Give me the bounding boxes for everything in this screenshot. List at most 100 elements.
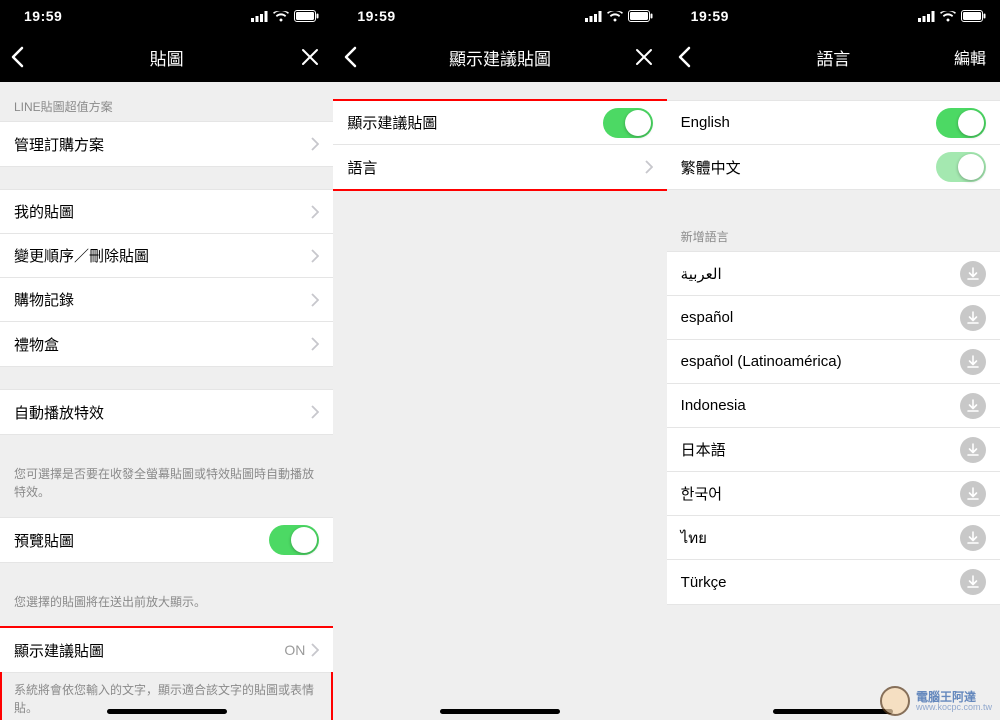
phone-screen-3: 19:59 語言 編輯 English 繁體中文 新增語言: [667, 0, 1000, 720]
row-gifts[interactable]: 禮物盒: [0, 322, 333, 366]
signal-icon: [585, 11, 602, 22]
status-time: 19:59: [357, 8, 395, 24]
row-value: ON: [284, 642, 305, 658]
row-label: 禮物盒: [14, 334, 311, 355]
nav-title: 語言: [816, 45, 850, 70]
row-preview[interactable]: 預覽貼圖: [0, 518, 333, 562]
row-lang-english[interactable]: English: [667, 101, 1000, 145]
row-label: English: [681, 114, 936, 131]
download-icon[interactable]: [960, 393, 986, 419]
group-add-langs: العربية español español (Latinoamérica) …: [667, 251, 1000, 605]
row-label: 日本語: [681, 439, 960, 460]
status-icons: [918, 10, 986, 22]
group-enabled-langs: English 繁體中文: [667, 100, 1000, 190]
row-lang-zhtw[interactable]: 繁體中文: [667, 145, 1000, 189]
chevron-left-icon: [343, 46, 357, 68]
group-suggest-lang: 顯示建議貼圖 語言: [333, 100, 666, 190]
row-purchase-history[interactable]: 購物記錄: [0, 278, 333, 322]
chevron-right-icon: [311, 337, 319, 351]
lang-toggle-english[interactable]: [936, 108, 986, 138]
nav-title: 貼圖: [150, 45, 184, 70]
nav-title: 顯示建議貼圖: [449, 45, 551, 70]
section-footer: 您可選擇是否要在收發全螢幕貼圖或特效貼圖時自動播放特效。: [0, 457, 333, 507]
chevron-left-icon: [677, 46, 691, 68]
lang-toggle-zhtw[interactable]: [936, 152, 986, 182]
row-label: 管理訂購方案: [14, 134, 311, 155]
row-lang-tr[interactable]: Türkçe: [667, 560, 1000, 604]
wifi-icon: [607, 11, 623, 22]
row-language[interactable]: 語言: [333, 145, 666, 189]
row-label: 我的貼圖: [14, 201, 311, 222]
status-bar: 19:59: [333, 0, 666, 32]
group-stickers: 我的貼圖 變更順序／刪除貼圖 購物記錄 禮物盒: [0, 189, 333, 367]
row-lang-th[interactable]: ไทย: [667, 516, 1000, 560]
row-suggested-stickers[interactable]: 顯示建議貼圖 ON: [0, 628, 333, 672]
battery-icon: [628, 10, 653, 22]
chevron-right-icon: [311, 643, 319, 657]
row-label: 顯示建議貼圖: [347, 112, 602, 133]
row-label: 變更順序／刪除貼圖: [14, 245, 311, 266]
chevron-right-icon: [311, 293, 319, 307]
download-icon[interactable]: [960, 569, 986, 595]
chevron-right-icon: [311, 405, 319, 419]
back-button[interactable]: [677, 32, 691, 82]
row-lang-es-la[interactable]: español (Latinoamérica): [667, 340, 1000, 384]
preview-toggle[interactable]: [269, 525, 319, 555]
download-icon[interactable]: [960, 437, 986, 463]
download-icon[interactable]: [960, 305, 986, 331]
row-label: العربية: [681, 265, 960, 283]
suggested-toggle[interactable]: [603, 108, 653, 138]
row-my-stickers[interactable]: 我的貼圖: [0, 190, 333, 234]
row-lang-ar[interactable]: العربية: [667, 252, 1000, 296]
settings-content: LINE貼圖超值方案 管理訂購方案 我的貼圖 變更順序／刪除貼圖 購物記錄 禮物…: [0, 82, 333, 720]
close-button[interactable]: [301, 32, 319, 82]
download-icon[interactable]: [960, 525, 986, 551]
wifi-icon: [273, 11, 289, 22]
status-icons: [585, 10, 653, 22]
close-button[interactable]: [635, 32, 653, 82]
signal-icon: [918, 11, 935, 22]
status-icons: [251, 10, 319, 22]
download-icon[interactable]: [960, 261, 986, 287]
home-indicator: [440, 709, 560, 714]
status-bar: 19:59: [667, 0, 1000, 32]
row-label: Indonesia: [681, 397, 960, 414]
row-label: español (Latinoamérica): [681, 353, 960, 370]
status-time: 19:59: [691, 8, 729, 24]
chevron-left-icon: [10, 46, 24, 68]
close-icon: [635, 48, 653, 66]
section-header: LINE貼圖超值方案: [0, 82, 333, 121]
row-manage-subscription[interactable]: 管理訂購方案: [0, 122, 333, 166]
row-reorder-delete[interactable]: 變更順序／刪除貼圖: [0, 234, 333, 278]
nav-bar: 顯示建議貼圖: [333, 32, 666, 82]
settings-content: 顯示建議貼圖 語言: [333, 82, 666, 720]
row-label: 顯示建議貼圖: [14, 640, 284, 661]
chevron-right-icon: [311, 249, 319, 263]
group-suggested: 顯示建議貼圖 ON: [0, 627, 333, 673]
back-button[interactable]: [10, 32, 24, 82]
download-icon[interactable]: [960, 349, 986, 375]
home-indicator: [107, 709, 227, 714]
row-lang-ja[interactable]: 日本語: [667, 428, 1000, 472]
row-autoplay[interactable]: 自動播放特效: [0, 390, 333, 434]
row-label: 한국어: [681, 483, 960, 504]
settings-content: English 繁體中文 新增語言 العربية español españo…: [667, 82, 1000, 720]
signal-icon: [251, 11, 268, 22]
row-show-suggested-toggle[interactable]: 顯示建議貼圖: [333, 101, 666, 145]
group-preview: 預覽貼圖: [0, 517, 333, 563]
row-lang-id[interactable]: Indonesia: [667, 384, 1000, 428]
back-button[interactable]: [343, 32, 357, 82]
row-label: 自動播放特效: [14, 402, 311, 423]
section-header-add: 新增語言: [667, 212, 1000, 251]
chevron-right-icon: [645, 160, 653, 174]
chevron-right-icon: [311, 137, 319, 151]
close-icon: [301, 48, 319, 66]
row-label: ไทย: [681, 526, 960, 550]
row-lang-es[interactable]: español: [667, 296, 1000, 340]
phone-screen-2: 19:59 顯示建議貼圖 顯示建議貼圖 語言: [333, 0, 666, 720]
row-lang-ko[interactable]: 한국어: [667, 472, 1000, 516]
row-label: español: [681, 309, 960, 326]
status-bar: 19:59: [0, 0, 333, 32]
download-icon[interactable]: [960, 481, 986, 507]
edit-button[interactable]: 編輯: [954, 32, 986, 82]
